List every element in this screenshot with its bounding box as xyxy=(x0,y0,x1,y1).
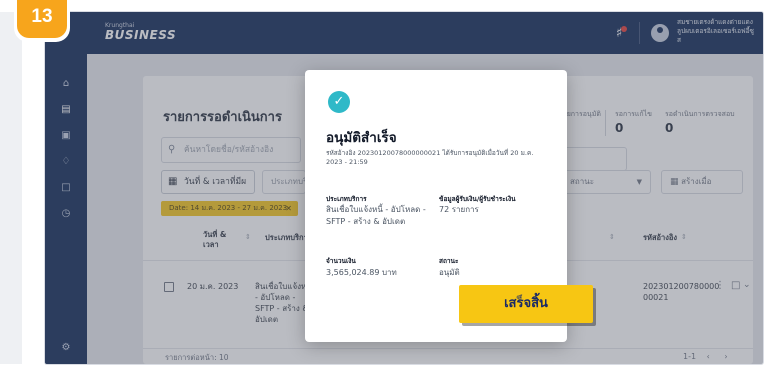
done-button[interactable]: เสร็จสิ้น xyxy=(459,285,593,323)
check-circle-icon: ✓ xyxy=(328,91,350,113)
amount-value: 3,565,024.89 บาท xyxy=(326,268,397,277)
step-badge: 13 xyxy=(17,0,67,38)
dialog-title: อนุมัติสำเร็จ xyxy=(326,130,397,146)
payee-label: ข้อมูลผู้รับเงิน/ผู้รับชำระเงิน xyxy=(439,195,516,203)
service-value: สินเชื่อใบแจ้งหนี้ - อัปโหลด - SFTP - สร… xyxy=(326,205,426,226)
payee-value: 72 รายการ xyxy=(439,205,479,214)
amount-label: จำนวนเงิน xyxy=(326,257,356,265)
status-value: อนุมัติ xyxy=(439,268,460,277)
dialog-description: รหัสอ้างอิง 20230120078000000021 ได้รับก… xyxy=(326,149,534,166)
step-badge-outline: 13 xyxy=(14,0,70,42)
app-window: Krungthai BUSINESS ♯ สมชายเตรงด้าแดงต่าย… xyxy=(45,12,763,364)
service-label: ประเภทบริการ xyxy=(326,195,367,203)
status-label: สถานะ xyxy=(439,257,459,265)
background-strip xyxy=(0,12,22,364)
